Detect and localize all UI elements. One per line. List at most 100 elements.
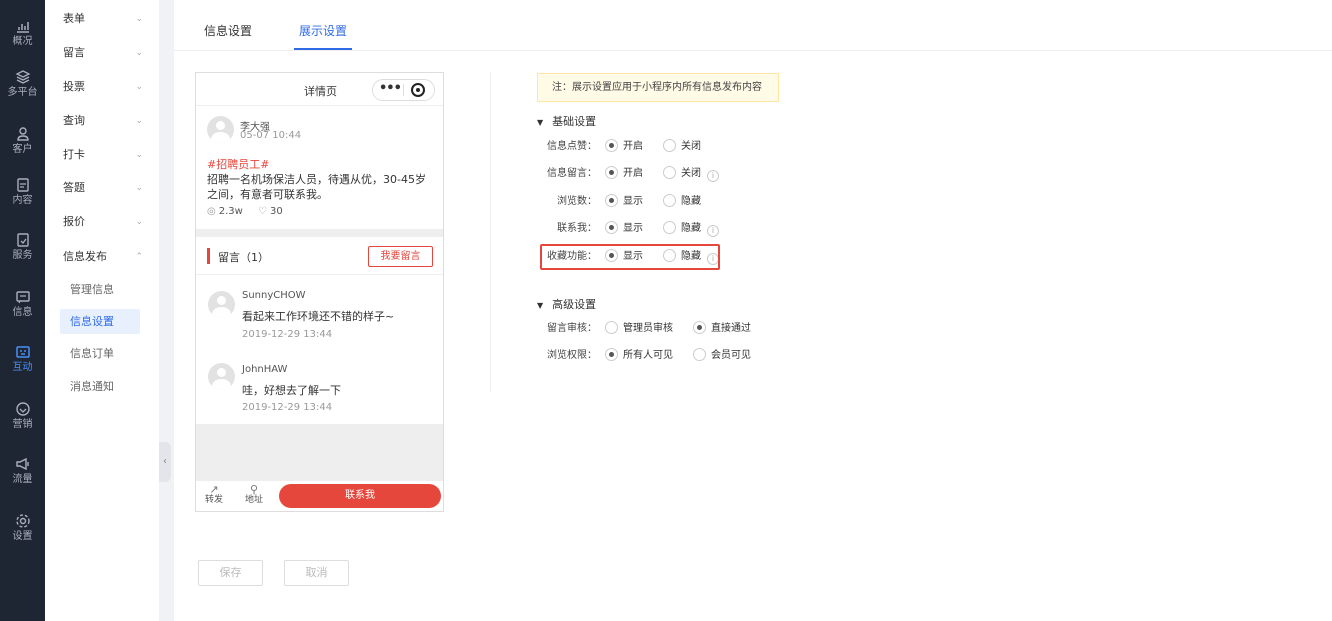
- radio-icon: [663, 194, 676, 207]
- vertical-divider: [490, 72, 491, 392]
- option-label: 隐藏: [681, 223, 701, 234]
- sub-item-notifications[interactable]: 消息通知: [60, 374, 140, 399]
- chevron-down-icon: ⌄: [135, 217, 143, 227]
- menu-item-query[interactable]: 查询 ⌄: [45, 105, 159, 137]
- setting-label: 联系我：: [557, 223, 597, 234]
- comment-author: SunnyCHOW: [242, 290, 306, 301]
- likes-count: 30: [269, 206, 283, 217]
- save-button[interactable]: 保存: [198, 560, 263, 586]
- info-icon[interactable]: i: [707, 225, 719, 237]
- rail-label: 概况: [12, 36, 33, 47]
- radio-option[interactable]: 显示: [605, 220, 643, 238]
- collapse-handle[interactable]: ‹: [159, 442, 171, 482]
- menu-item-quiz[interactable]: 答题 ⌄: [45, 172, 159, 204]
- document-icon: [16, 178, 29, 192]
- avatar: [208, 363, 235, 390]
- basic-settings-header[interactable]: ▼ 基础设置: [537, 113, 596, 129]
- option-label: 开启: [623, 168, 643, 179]
- share-icon: ↗: [209, 483, 219, 496]
- contact-button[interactable]: 联系我: [279, 484, 441, 508]
- rail-item-customer[interactable]: 客户: [0, 118, 45, 168]
- sub-item-info-settings[interactable]: 信息设置: [60, 309, 140, 334]
- leave-comment-button[interactable]: 我要留言: [368, 246, 433, 267]
- info-icon[interactable]: i: [707, 170, 719, 182]
- rail-item-service[interactable]: 服务: [0, 224, 45, 274]
- radio-icon: [605, 221, 618, 234]
- sub-item-manage-info[interactable]: 管理信息: [60, 277, 140, 302]
- setting-label: 信息点赞：: [547, 141, 597, 152]
- post-tag: #招聘员工#: [207, 158, 270, 171]
- avatar: [208, 291, 235, 318]
- setting-label: 浏览数：: [557, 196, 597, 207]
- rail-label: 营销: [12, 419, 33, 430]
- rail-item-multiplatform[interactable]: 多平台: [0, 61, 45, 111]
- radio-option[interactable]: 关闭: [663, 165, 701, 183]
- rail-item-marketing[interactable]: 营销: [0, 393, 45, 443]
- setting-row-permission: 浏览权限： 所有人可见 会员可见: [547, 347, 765, 365]
- radio-option[interactable]: 开启: [605, 138, 643, 156]
- rail-item-content[interactable]: 内容: [0, 169, 45, 219]
- radio-option[interactable]: 开启: [605, 165, 643, 183]
- rail-label: 互动: [12, 362, 33, 373]
- radio-icon: [663, 166, 676, 179]
- radio-icon: [605, 348, 618, 361]
- menu-label: 信息发布: [63, 250, 107, 263]
- comment-time: 2019-12-29 13:44: [242, 329, 333, 340]
- rail-item-settings[interactable]: 设置: [0, 505, 45, 555]
- menu-item-form[interactable]: 表单 ⌄: [45, 3, 159, 35]
- radio-icon: [605, 139, 618, 152]
- cancel-button[interactable]: 取消: [284, 560, 349, 586]
- chevron-down-icon: ⌄: [135, 183, 143, 193]
- radio-option[interactable]: 显示: [605, 193, 643, 211]
- more-icon: •••: [379, 81, 402, 96]
- menu-label: 报价: [63, 215, 85, 228]
- menu-item-checkin[interactable]: 打卡 ⌄: [45, 139, 159, 171]
- rail-item-interact[interactable]: 互动: [0, 336, 45, 386]
- radio-option[interactable]: 隐藏: [663, 220, 701, 238]
- setting-label: 浏览权限：: [547, 350, 597, 361]
- highlight-box: [540, 244, 720, 270]
- rail-item-info[interactable]: 信息: [0, 281, 45, 331]
- chevron-left-icon: ‹: [163, 456, 167, 467]
- icon-rail: 概况 多平台 客户 内容 服务 信息 互动 营销 流量 设置: [0, 0, 45, 621]
- radio-option[interactable]: 隐藏: [663, 193, 701, 211]
- active-tab-indicator: [294, 48, 352, 50]
- forward-action[interactable]: ↗ 转发: [202, 484, 226, 506]
- setting-label: 留言审核：: [547, 323, 597, 334]
- advanced-settings-header[interactable]: ▼ 高级设置: [537, 296, 596, 312]
- menu-label: 表单: [63, 12, 85, 25]
- megaphone-icon: [15, 457, 29, 471]
- tab-info-settings[interactable]: 信息设置: [204, 22, 252, 39]
- chevron-down-icon: ⌄: [135, 14, 143, 24]
- radio-option[interactable]: 管理员审核: [605, 320, 673, 338]
- layers-icon: [15, 70, 30, 84]
- section-gap: [196, 229, 443, 237]
- comment-author: JohnHAW: [242, 364, 288, 375]
- caret-down-icon: ▼: [537, 301, 544, 310]
- menu-item-message[interactable]: 留言 ⌄: [45, 37, 159, 69]
- rail-item-overview[interactable]: 概况: [0, 10, 45, 60]
- avatar: [207, 116, 234, 143]
- sub-item-info-orders[interactable]: 信息订单: [60, 341, 140, 366]
- basic-settings-title: 基础设置: [552, 115, 597, 128]
- radio-option[interactable]: 会员可见: [693, 347, 751, 365]
- menu-label: 留言: [63, 46, 85, 59]
- menu-item-quote[interactable]: 报价 ⌄: [45, 206, 159, 238]
- rail-label: 多平台: [7, 87, 38, 98]
- tag-icon: [15, 402, 30, 416]
- radio-option[interactable]: 关闭: [663, 138, 701, 156]
- tab-display-settings[interactable]: 展示设置: [299, 22, 347, 39]
- menu-label: 查询: [63, 114, 85, 127]
- interact-icon: [15, 346, 30, 358]
- phone-preview: 详情页 ••• 李大强 05-07 10:44 #招聘员工# 招聘一名机场保洁人…: [195, 72, 444, 512]
- menu-item-vote[interactable]: 投票 ⌄: [45, 71, 159, 103]
- menu-item-info-publish[interactable]: 信息发布 ⌃: [45, 241, 159, 273]
- radio-option[interactable]: 直接通过: [693, 320, 751, 338]
- caret-down-icon: ▼: [537, 118, 544, 127]
- post-time: 05-07 10:44: [240, 130, 302, 141]
- address-action[interactable]: ⚲ 地址: [242, 484, 266, 506]
- menu-label: 打卡: [63, 148, 85, 161]
- rail-item-traffic[interactable]: 流量: [0, 448, 45, 498]
- section-marker: [207, 248, 210, 264]
- radio-option[interactable]: 所有人可见: [605, 347, 673, 365]
